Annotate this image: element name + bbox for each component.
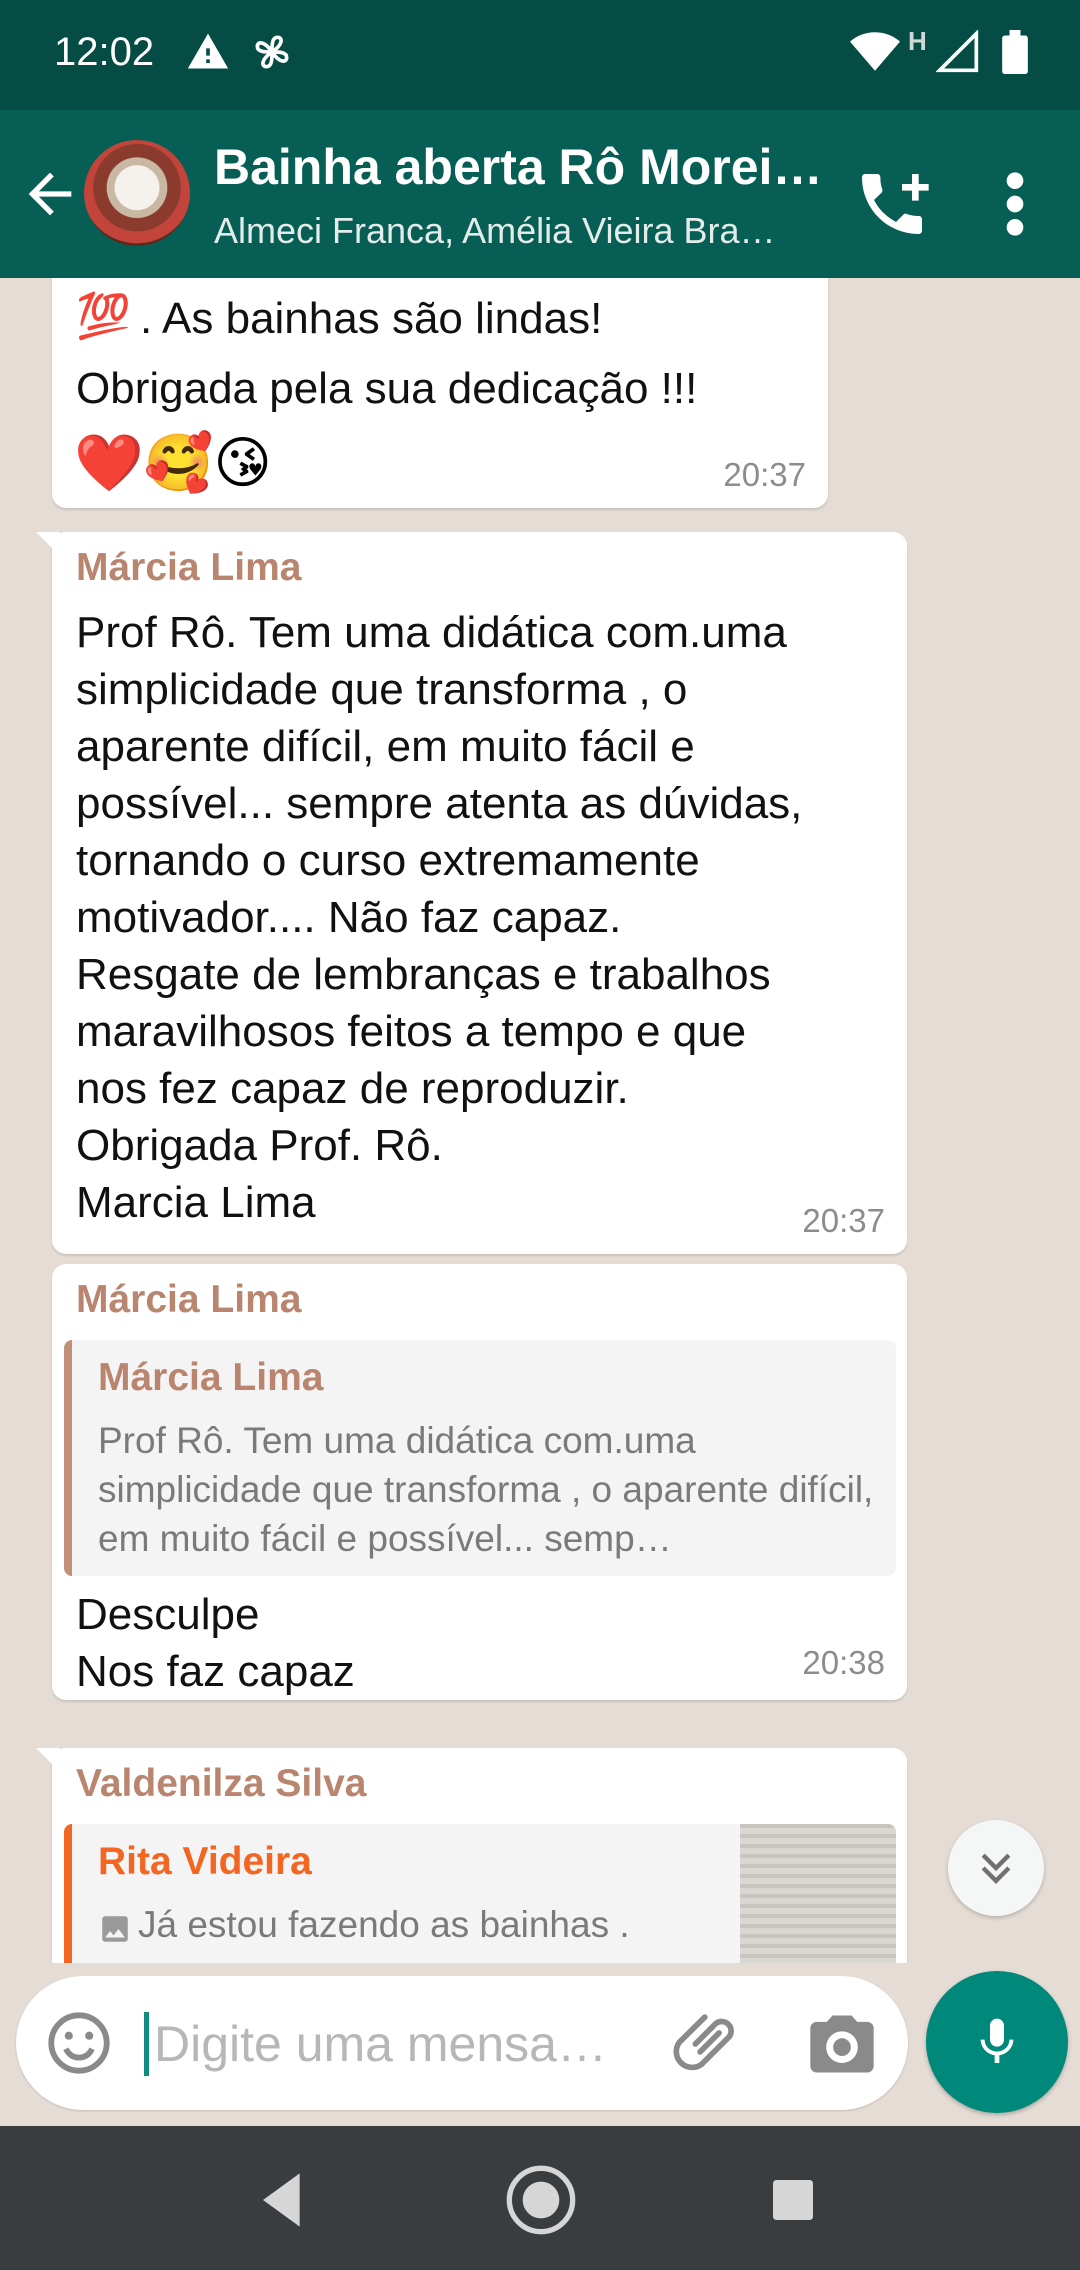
status-time: 12:02 bbox=[54, 30, 155, 74]
phone-add-icon bbox=[862, 174, 929, 234]
chat-header: Bainha aberta Rô Morei… Almeci Franca, A… bbox=[0, 110, 1080, 278]
message-text: . As bainhas são lindas! bbox=[140, 294, 603, 343]
emoji-button[interactable] bbox=[44, 2008, 114, 2078]
quoted-sender: Rita Videira bbox=[98, 1840, 312, 1883]
bubble-tail bbox=[36, 532, 60, 556]
attach-button[interactable] bbox=[670, 2006, 746, 2082]
nav-back-button[interactable] bbox=[238, 2160, 328, 2240]
message-emojis: ❤️🥰😘 bbox=[74, 431, 272, 494]
bubble-tail bbox=[36, 1748, 60, 1772]
message-time: 20:38 bbox=[802, 1644, 885, 1681]
message-list[interactable]: 💯 . As bainhas são lindas! Obrigada pela… bbox=[0, 278, 1080, 1963]
sender-name[interactable]: Márcia Lima bbox=[76, 1278, 301, 1322]
message-input[interactable] bbox=[154, 2006, 644, 2082]
quoted-sender: Márcia Lima bbox=[98, 1356, 324, 1399]
nav-home-button[interactable] bbox=[496, 2160, 586, 2240]
message-bubble[interactable]: Valdenilza Silva Rita Videira Já estou f… bbox=[36, 1748, 907, 1963]
sender-name[interactable]: Márcia Lima bbox=[76, 546, 301, 590]
camera-button[interactable] bbox=[804, 2006, 880, 2082]
scroll-to-bottom-button[interactable] bbox=[948, 1820, 1044, 1916]
wifi-icon bbox=[850, 32, 900, 71]
text-cursor bbox=[144, 2012, 149, 2076]
signal-icon bbox=[936, 30, 979, 73]
system-navigation-bar bbox=[0, 2126, 1080, 2270]
message-text: Desculpe Nos faz capaz bbox=[76, 1590, 355, 1696]
chat-title[interactable]: Bainha aberta Rô Morei… bbox=[214, 138, 824, 196]
quoted-text: Prof Rô. Tem uma didática com.uma simpli… bbox=[98, 1420, 874, 1559]
battery-icon bbox=[1002, 30, 1028, 74]
square-recents-icon bbox=[773, 2180, 813, 2220]
sender-name[interactable]: Valdenilza Silva bbox=[76, 1762, 366, 1806]
back-button[interactable] bbox=[18, 154, 82, 234]
message-text: Obrigada pela sua dedicação !!! bbox=[76, 364, 698, 413]
smiley-icon bbox=[48, 2012, 110, 2074]
arrow-back-icon bbox=[28, 172, 72, 216]
quoted-message[interactable]: Rita Videira Já estou fazendo as bainhas… bbox=[64, 1824, 896, 1963]
message-time: 20:37 bbox=[723, 456, 806, 493]
microphone-icon bbox=[980, 2018, 1014, 2063]
nav-recents-button[interactable] bbox=[748, 2160, 838, 2240]
circle-home-icon bbox=[506, 2165, 576, 2235]
more-vert-icon bbox=[1006, 172, 1024, 236]
more-options-button[interactable] bbox=[990, 164, 1040, 244]
quoted-image-thumbnail bbox=[740, 1824, 896, 1963]
chat-participants[interactable]: Almeci Franca, Amélia Vieira Bra… bbox=[214, 210, 814, 252]
image-icon bbox=[102, 1916, 128, 1942]
hundred-points-emoji: 💯 bbox=[76, 292, 131, 341]
voice-message-button[interactable] bbox=[926, 1971, 1068, 2113]
group-avatar[interactable] bbox=[84, 140, 190, 246]
message-text: Prof Rô. Tem uma didática com.uma simpli… bbox=[76, 608, 803, 1227]
message-time: 20:37 bbox=[802, 1202, 885, 1239]
pinwheel-icon bbox=[255, 35, 289, 69]
paperclip-icon bbox=[673, 2014, 734, 2071]
camera-icon bbox=[810, 2015, 874, 2073]
quoted-text: Já estou fazendo as bainhas . bbox=[138, 1904, 630, 1945]
triangle-back-icon bbox=[263, 2173, 300, 2227]
message-bubble[interactable]: 💯 . As bainhas são lindas! Obrigada pela… bbox=[52, 278, 828, 508]
message-bubble[interactable]: Márcia Lima Márcia Lima Prof Rô. Tem uma… bbox=[52, 1264, 907, 1700]
quoted-message[interactable]: Márcia Lima Prof Rô. Tem uma didática co… bbox=[64, 1340, 896, 1576]
warning-icon bbox=[187, 33, 229, 69]
add-call-button[interactable] bbox=[852, 164, 932, 244]
status-bar: 12:02 H bbox=[0, 0, 1080, 110]
double-chevron-down-icon bbox=[981, 1853, 1011, 1884]
message-bubble[interactable]: Márcia Lima Prof Rô. Tem uma didática co… bbox=[36, 532, 907, 1254]
message-composer bbox=[16, 1976, 908, 2110]
network-type-label: H bbox=[908, 26, 927, 56]
